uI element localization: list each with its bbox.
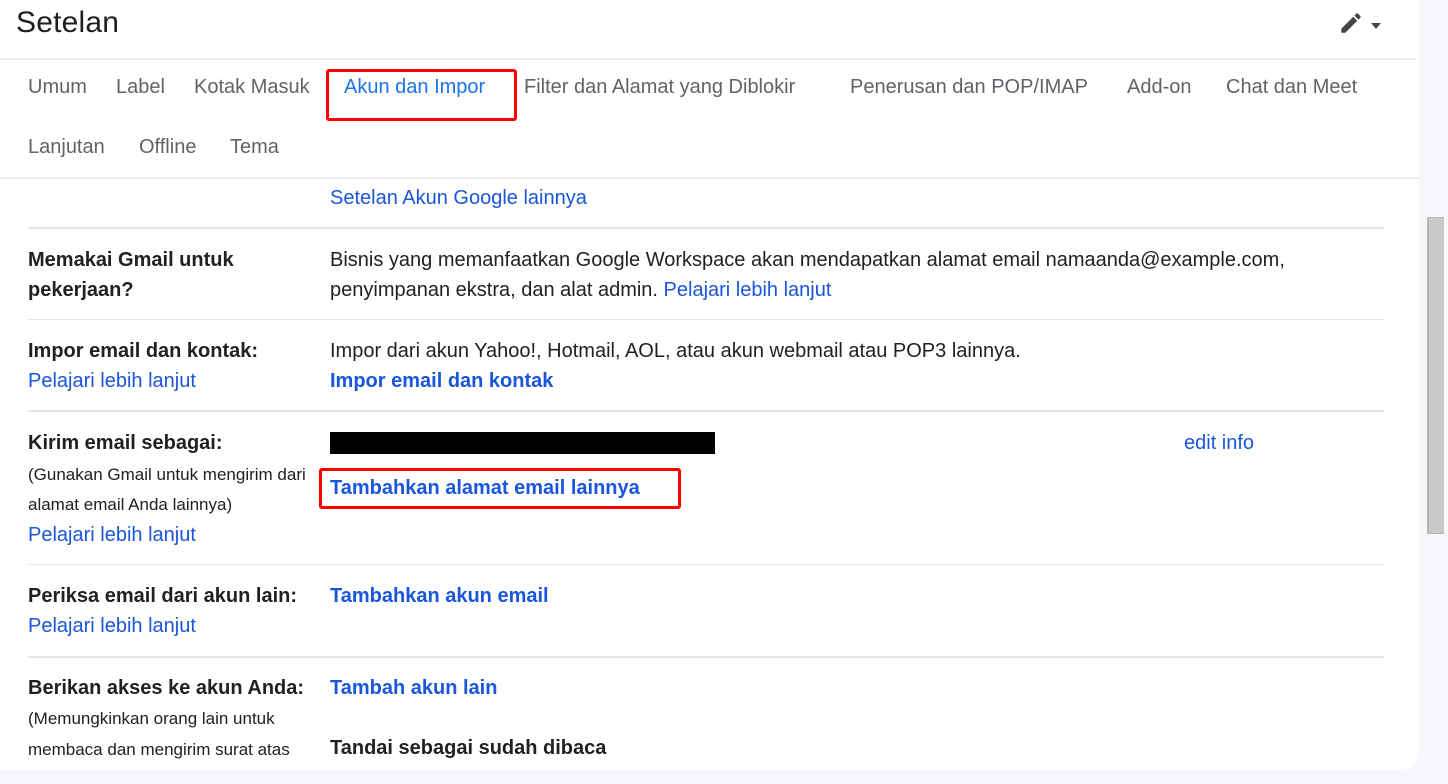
row-divider [28,656,1384,658]
tab-lanjutan[interactable]: Lanjutan [28,136,105,159]
pencil-icon [1338,10,1364,41]
grant-access-label: Berikan akses ke akun Anda: [28,677,305,699]
import-label: Impor email dan kontak: [28,340,259,362]
check-mail-learn-more-link[interactable]: Pelajari lebih lanjut [28,615,196,638]
row-divider [28,319,1384,320]
add-mail-account-link[interactable]: Tambahkan akun email [330,585,549,608]
mark-as-read-heading: Tandai sebagai sudah dibaca [330,737,607,759]
page-title: Setelan [16,6,120,39]
row-divider [28,227,1384,229]
gmail-for-work-label-1: Memakai Gmail untuk [28,249,234,271]
google-account-settings-link[interactable]: Setelan Akun Google lainnya [330,187,587,210]
edit-info-link[interactable]: edit info [1184,432,1254,455]
gmail-for-work-learn-more-link[interactable]: Pelajari lebih lanjut [664,279,832,301]
grant-access-description-1: (Memungkinkan orang lain untuk [28,709,275,728]
tab-penerusan[interactable]: Penerusan dan POP/IMAP [850,76,1088,99]
send-as-learn-more-link[interactable]: Pelajari lebih lanjut [28,524,196,547]
settings-header: Setelan [0,0,1419,59]
tab-offline[interactable]: Offline [139,136,196,159]
tab-label[interactable]: Label [116,76,165,99]
tab-tema[interactable]: Tema [230,136,279,159]
tab-add-on[interactable]: Add-on [1127,76,1192,99]
check-mail-label: Periksa email dari akun lain: [28,585,298,607]
tab-akun-dan-impor[interactable]: Akun dan Impor [344,76,485,99]
import-mail-contacts-link[interactable]: Impor email dan kontak [330,370,553,393]
settings-content: Setelan Akun Google lainnya Memakai Gmai… [0,179,1419,769]
send-as-description-1: (Gunakan Gmail untuk mengirim dari [28,465,306,484]
redacted-email-address [330,432,715,454]
gmail-for-work-label-2: pekerjaan? [28,279,134,301]
tab-chat-dan-meet[interactable]: Chat dan Meet [1226,76,1357,99]
import-learn-more-link[interactable]: Pelajari lebih lanjut [28,370,196,393]
tab-filter[interactable]: Filter dan Alamat yang Diblokir [524,76,795,99]
caret-down-icon [1370,17,1382,35]
settings-panel: Setelan Umum Label Kotak Masuk Akun dan … [0,0,1419,769]
add-another-email-address-link[interactable]: Tambahkan alamat email lainnya [330,477,640,500]
gmail-for-work-text-1: Bisnis yang memanfaatkan Google Workspac… [330,249,1285,271]
settings-tabs: Umum Label Kotak Masuk Akun dan Impor Fi… [0,60,1419,178]
add-another-account-link[interactable]: Tambah akun lain [330,677,497,700]
grant-access-description-2: membaca dan mengirim surat atas [28,740,290,759]
row-divider [28,410,1384,412]
send-as-description-2: alamat email Anda lainnya) [28,495,233,514]
gmail-for-work-text-2: penyimpanan ekstra, dan alat admin. Pela… [330,279,831,302]
edit-menu-button[interactable] [1338,10,1382,41]
scrollbar-thumb[interactable] [1427,217,1444,534]
tab-kotak-masuk[interactable]: Kotak Masuk [194,76,310,99]
import-description: Impor dari akun Yahoo!, Hotmail, AOL, at… [330,340,1021,362]
send-as-label: Kirim email sebagai: [28,432,223,454]
row-divider [28,564,1384,565]
tab-umum[interactable]: Umum [28,76,87,99]
gmail-for-work-text-2-body: penyimpanan ekstra, dan alat admin. [330,279,658,301]
